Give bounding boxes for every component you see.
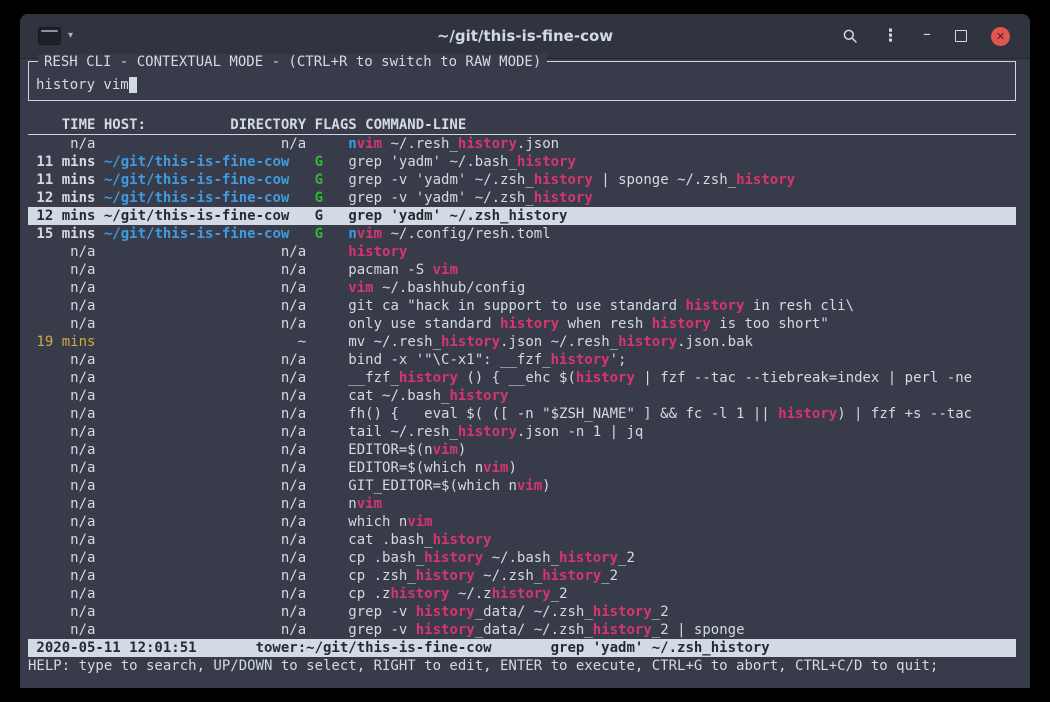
close-icon: ✕ — [996, 31, 1005, 42]
history-row[interactable]: n/a n/a nvim ~/.resh_history.json — [28, 135, 1016, 153]
history-row[interactable]: n/a n/a fh() { eval $( ([ -n "$ZSH_NAME"… — [28, 405, 1016, 423]
new-terminal-icon — [38, 27, 61, 45]
history-row[interactable]: n/a n/a cp .bash_history ~/.bash_history… — [28, 549, 1016, 567]
unmaximize-icon — [955, 30, 967, 42]
history-row[interactable]: 12 mins ~/git/this-is-fine-cow G grep -v… — [28, 189, 1016, 207]
resh-search-box: RESH CLI - CONTEXTUAL MODE - (CTRL+R to … — [28, 61, 1016, 101]
history-row[interactable]: n/a n/a only use standard history when r… — [28, 315, 1016, 333]
history-row[interactable]: 11 mins ~/git/this-is-fine-cow G grep -v… — [28, 171, 1016, 189]
titlebar[interactable]: ▾ ~/git/this-is-fine-cow ⋮ – — [20, 14, 1030, 59]
history-list: n/a n/a nvim ~/.resh_history.json 11 min… — [28, 135, 1016, 639]
spacer — [28, 101, 1016, 117]
search-query-text: history vim — [36, 76, 129, 94]
desktop-background: ▾ ~/git/this-is-fine-cow ⋮ – — [0, 0, 1050, 702]
new-terminal-button[interactable]: ▾ — [38, 27, 73, 45]
menu-button[interactable]: ⋮ — [882, 28, 899, 45]
history-row[interactable]: n/a n/a grep -v history_data/ ~/.zsh_his… — [28, 603, 1016, 621]
text-cursor — [129, 77, 138, 93]
help-line: HELP: type to search, UP/DOWN to select,… — [28, 657, 1016, 675]
history-row[interactable]: n/a n/a cp .zsh_history ~/.zsh_history_2 — [28, 567, 1016, 585]
history-row[interactable]: n/a n/a GIT_EDITOR=$(which nvim) — [28, 477, 1016, 495]
search-button[interactable] — [842, 28, 858, 44]
minimize-button[interactable]: – — [923, 26, 931, 42]
history-row[interactable]: n/a n/a pacman -S vim — [28, 261, 1016, 279]
history-row[interactable]: n/a n/a cat .bash_history — [28, 531, 1016, 549]
kebab-menu-icon: ⋮ — [882, 28, 899, 45]
history-row[interactable]: n/a n/a vim ~/.bashhub/config — [28, 279, 1016, 297]
history-row[interactable]: n/a n/a nvim — [28, 495, 1016, 513]
history-row[interactable]: n/a n/a git ca "hack in support to use s… — [28, 297, 1016, 315]
history-row[interactable]: n/a n/a EDITOR=$(which nvim) — [28, 459, 1016, 477]
history-row[interactable]: 12 mins ~/git/this-is-fine-cow G grep 'y… — [28, 207, 1016, 225]
history-row[interactable]: n/a n/a cat ~/.bash_history — [28, 387, 1016, 405]
dropdown-caret-icon: ▾ — [68, 31, 73, 41]
unmaximize-button[interactable] — [955, 30, 967, 42]
resh-mode-title: RESH CLI - CONTEXTUAL MODE - (CTRL+R to … — [38, 54, 547, 70]
history-row[interactable]: n/a n/a grep -v history_data/ ~/.zsh_his… — [28, 621, 1016, 639]
history-row[interactable]: 19 mins ~ mv ~/.resh_history.json ~/.res… — [28, 333, 1016, 351]
table-header: TIME HOST: DIRECTORY FLAGS COMMAND-LINE — [28, 117, 1016, 135]
history-row[interactable]: n/a n/a which nvim — [28, 513, 1016, 531]
close-button[interactable]: ✕ — [991, 27, 1010, 46]
history-row[interactable]: n/a n/a history — [28, 243, 1016, 261]
status-bar: 2020-05-11 12:01:51 tower:~/git/this-is-… — [28, 639, 1016, 657]
history-row[interactable]: n/a n/a cp .zhistory ~/.zhistory_2 — [28, 585, 1016, 603]
terminal-window: ▾ ~/git/this-is-fine-cow ⋮ – — [20, 14, 1030, 688]
search-input[interactable]: history vim — [36, 76, 1015, 94]
history-row[interactable]: 11 mins ~/git/this-is-fine-cow G grep 'y… — [28, 153, 1016, 171]
search-icon — [842, 28, 858, 44]
history-row[interactable]: n/a n/a EDITOR=$(nvim) — [28, 441, 1016, 459]
minimize-icon: – — [923, 26, 931, 42]
history-row[interactable]: n/a n/a bind -x '"\C-x1": __fzf_history'… — [28, 351, 1016, 369]
history-row[interactable]: 15 mins ~/git/this-is-fine-cow G nvim ~/… — [28, 225, 1016, 243]
history-row[interactable]: n/a n/a tail ~/.resh_history.json -n 1 |… — [28, 423, 1016, 441]
history-row[interactable]: n/a n/a __fzf_history () { __ehc $(histo… — [28, 369, 1016, 387]
terminal-screen[interactable]: RESH CLI - CONTEXTUAL MODE - (CTRL+R to … — [20, 59, 1030, 688]
